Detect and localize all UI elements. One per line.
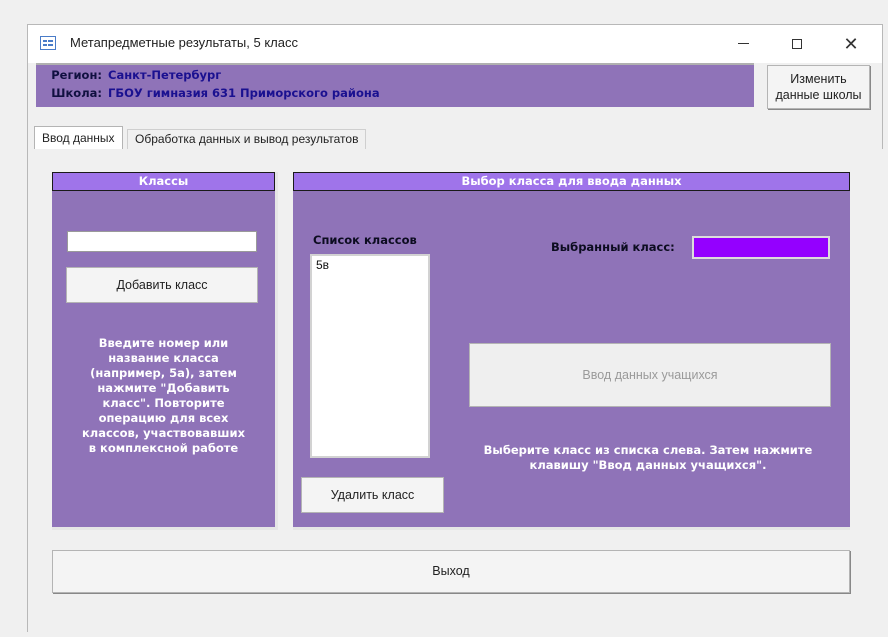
- class-name-input[interactable]: [67, 231, 257, 252]
- tab-page: Классы Добавить класс Введите номер или …: [28, 149, 884, 633]
- maximize-button[interactable]: [772, 25, 822, 63]
- classes-instructions: Введите номер или название класса (напри…: [82, 336, 245, 455]
- close-icon: ✕: [843, 34, 859, 54]
- change-school-button[interactable]: Изменить данные школы: [767, 65, 870, 109]
- class-list[interactable]: 5в: [310, 254, 430, 458]
- exit-button[interactable]: Выход: [52, 550, 850, 593]
- school-row: Школа: ГБОУ гимназия 631 Приморского райо…: [44, 86, 380, 100]
- selected-class-field: [692, 236, 830, 259]
- delete-class-button[interactable]: Удалить класс: [301, 477, 444, 513]
- tab-data-entry[interactable]: Ввод данных: [34, 126, 123, 150]
- selected-class-label: Выбранный класс:: [551, 240, 675, 254]
- school-label: Школа:: [51, 86, 102, 100]
- window-title: Метапредметные результаты, 5 класс: [70, 35, 298, 50]
- classes-panel-title: Классы: [52, 172, 275, 191]
- maximize-icon: [792, 38, 802, 49]
- form-icon: [40, 36, 56, 50]
- add-class-button[interactable]: Добавить класс: [66, 267, 258, 303]
- enter-students-button[interactable]: Ввод данных учащихся: [469, 343, 831, 407]
- title-bar: Метапредметные результаты, 5 класс ✕: [28, 25, 882, 63]
- class-selection-title: Выбор класса для ввода данных: [293, 172, 850, 191]
- school-value: ГБОУ гимназия 631 Приморского района: [108, 86, 380, 100]
- app-window: Метапредметные результаты, 5 класс ✕ Рег…: [27, 24, 884, 633]
- minimize-icon: [737, 43, 749, 45]
- class-selection-panel: Выбор класса для ввода данных Список кла…: [293, 172, 850, 530]
- classes-panel: Классы Добавить класс Введите номер или …: [52, 172, 278, 530]
- list-item[interactable]: 5в: [312, 256, 428, 274]
- close-button[interactable]: ✕: [826, 25, 876, 63]
- region-value: Санкт-Петербург: [108, 68, 222, 82]
- tab-processing[interactable]: Обработка данных и вывод результатов: [127, 129, 367, 150]
- region-label: Регион:: [51, 68, 102, 82]
- region-row: Регион: Санкт-Петербург: [44, 68, 221, 82]
- school-info-band: Регион: Санкт-Петербург Школа: ГБОУ гимназ…: [36, 63, 754, 107]
- class-list-label: Список классов: [313, 233, 417, 247]
- minimize-button[interactable]: [718, 25, 768, 63]
- selection-instructions: Выберите класс из списка слева. Затем на…: [483, 443, 813, 472]
